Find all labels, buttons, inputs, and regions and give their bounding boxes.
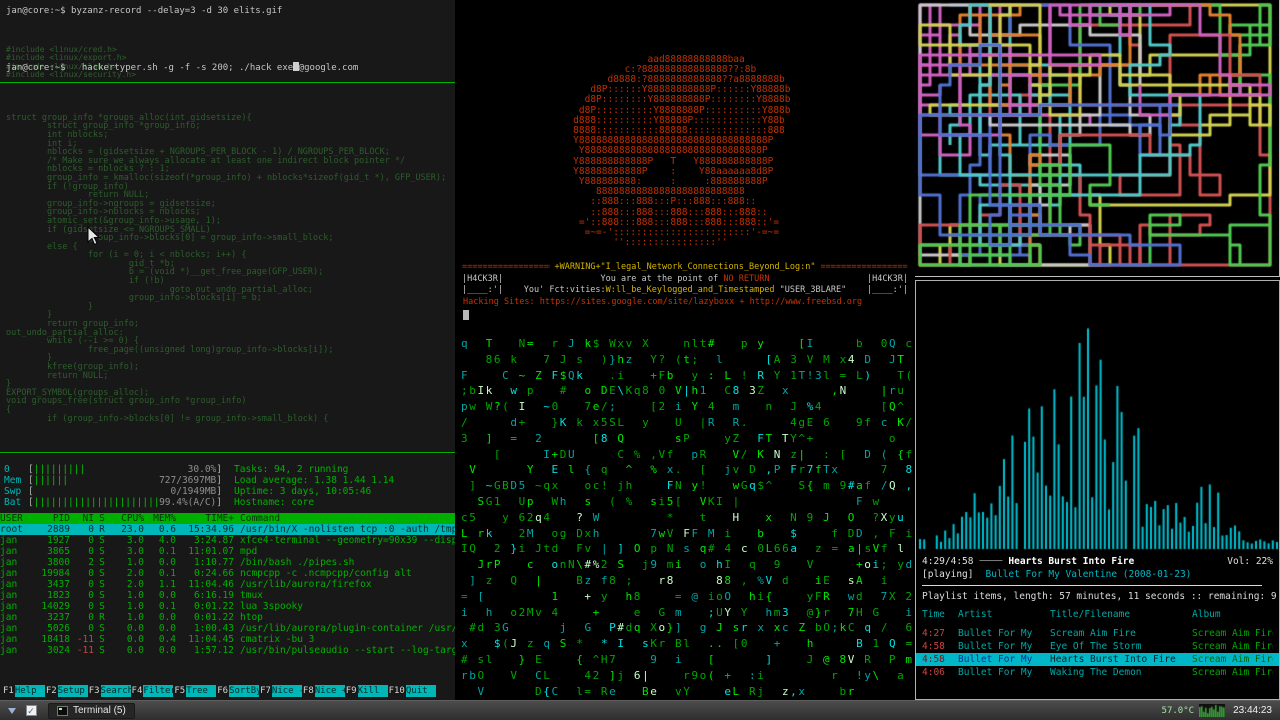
process-table: root28890R23.00.615:34.96/usr/bin/X -nol… (0, 524, 455, 656)
function-key-button[interactable]: F7Nice - (259, 685, 302, 697)
function-key-button[interactable]: F2Setup (45, 685, 88, 697)
terminal-cursor (463, 310, 469, 320)
terminal-window[interactable]: jan@core:~$ byzanz-record --delay=3 -d 3… (0, 0, 455, 453)
pipes-window[interactable] (915, 0, 1280, 277)
htop-meter-row: 0 [|||||||||30.0%] Tasks: 94, 2 running (4, 464, 451, 475)
function-key-button[interactable]: F3Search (88, 685, 131, 697)
hackertyper-code-pane: struct group_info *groups_alloc(int gids… (6, 88, 446, 423)
audio-visualizer (916, 281, 1279, 553)
separator-dashes: ──── (979, 555, 1002, 568)
cpu-graph-icon (1199, 704, 1225, 717)
htop-meter-row: Swp[0/1949MB] Uptime: 3 days, 10:05:46 (4, 486, 451, 497)
code-line: } (6, 303, 446, 312)
hacking-sites-link[interactable]: Hacking Sites: https://sites.google.com/… (458, 297, 912, 309)
ascii-skull: aad88888888888baa c:?888888888888888??:8… (556, 24, 791, 248)
htop-meter-row: Mem[||||||727/3697MB] Load average: 1.38… (4, 475, 451, 486)
code-line: return NULL; (6, 372, 446, 381)
function-key-button[interactable]: F4Filter (131, 685, 174, 697)
terminal-icon (57, 706, 68, 716)
playlist-row[interactable]: 4:27Bullet For MyScream Aim FireScream A… (916, 627, 1279, 640)
hacker-art-window[interactable]: .=========.||H4CK3R|#|||_____|!|||______… (458, 0, 912, 332)
process-row[interactable]: jan19270S3.04.03:24.87xfce4-terminal --g… (0, 535, 455, 546)
playlist-row[interactable]: 4:58Bullet For MyHearts Burst Into FireS… (916, 653, 1279, 666)
htop-window[interactable]: 0 [|||||||||30.0%] Tasks: 94, 2 running … (0, 454, 455, 700)
function-key-button[interactable]: F5Tree (173, 685, 216, 697)
warning-block: ==========================+WARNING+"I_le… (458, 262, 912, 320)
process-row[interactable]: jan34370S2.01.111:04.46/usr/lib/aurora/f… (0, 579, 455, 590)
warning-title: +WARNING+"I_legal_Network_Connections_Be… (555, 262, 816, 274)
artist-info: Bullet For My Valentine (2008-01-23) (985, 568, 1191, 581)
music-player-window[interactable]: 4:29/4:58 ──── Hearts Burst Into Fire Vo… (915, 280, 1280, 700)
function-key-button[interactable]: F9Kill (345, 685, 388, 697)
htop-meter-row: Bat[|||||||||||||||||||||||99.4%(A/C)] H… (4, 497, 451, 508)
hacker-box-mid-right: HuM3-$u33l (I|l(____lu(|L_u_u_u_|\;~;~;~… (836, 148, 896, 248)
now-playing-line: 4:29/4:58 ──── Hearts Burst Into Fire Vo… (916, 553, 1279, 568)
volume-indicator[interactable]: Vol: 22% (1227, 555, 1273, 568)
shell-prompt-line-2: jan@core:~$ hackertyper.sh -g -f -s 200;… (6, 62, 358, 73)
process-row[interactable]: jan50260S0.00.01:00.43/usr/lib/aurora/pl… (0, 623, 455, 634)
shell-prompt-line: jan@core:~$ byzanz-record --delay=3 -d 3… (6, 6, 282, 17)
function-key-button[interactable]: F1Help (2, 685, 45, 697)
process-row[interactable]: root28890R23.00.615:34.96/usr/bin/X -nol… (0, 524, 455, 535)
playlist-row[interactable]: 4:06Bullet For MyWaking The DemonScream … (916, 666, 1279, 679)
process-row[interactable]: jan140290S1.00.10:01.22lua 3spooky (0, 601, 455, 612)
pipes-art (915, 0, 1278, 275)
playlist-row[interactable]: 4:58Bullet For MyEye Of The StormScream … (916, 640, 1279, 653)
htop-meters: 0 [|||||||||30.0%] Tasks: 94, 2 running … (0, 454, 455, 508)
playlist-info: Playlist items, length: 57 minutes, 11 s… (916, 590, 1279, 603)
seek-bar[interactable] (922, 585, 1262, 586)
window-menu-icon[interactable] (4, 703, 20, 719)
process-row[interactable]: jan18418-11S0.00.411:04.45cmatrix -bu 3 (0, 634, 455, 645)
checkbox-tray-icon[interactable]: ✓ (23, 703, 39, 719)
process-row[interactable]: jan32370R1.00.00:01.22htop (0, 612, 455, 623)
matrix-window[interactable]: q T N= r J k$ Wxv X nlt# p y [I b 0Q c 8… (458, 335, 912, 700)
function-key-button[interactable]: F8Nice + (302, 685, 345, 697)
process-row[interactable]: jan38002S1.00.01:10.77/bin/bash ./pipes.… (0, 557, 455, 568)
hacker-box-mid-left: R00T-KIT'S ____ =|| \ _|| \\ /::::: )===… (466, 148, 531, 258)
process-row[interactable]: jan18230S1.00.06:16.19tmux (0, 590, 455, 601)
player-state-line: [playing] Bullet For My Valentine (2008-… (916, 568, 1279, 581)
playlist: 4:27Bullet For MyScream Aim FireScream A… (916, 627, 1279, 679)
process-row[interactable]: jan199840S2.00.10:24.66ncmpcpp -c .ncmpc… (0, 568, 455, 579)
player-state: [playing] (922, 568, 973, 581)
function-key-button[interactable]: F10Quit (388, 685, 436, 697)
clock[interactable]: 23:44:23 (1233, 705, 1272, 716)
tmux-pane-divider (0, 82, 455, 83)
code-line: void groups_free(struct group_info *grou… (6, 397, 446, 406)
taskbar-window-label: Terminal (5) (73, 705, 126, 716)
taskbar: ✓ Terminal (5) 57.0°C 23:44:23 (0, 700, 1280, 720)
process-table-header[interactable]: USERPIDNISCPU%MEM%TIME+Command (0, 513, 455, 524)
code-line: free_page((unsigned long)group_info->blo… (6, 346, 446, 355)
mouse-cursor (86, 226, 102, 246)
function-key-button[interactable]: F6SortBy (216, 685, 259, 697)
code-line: if (group_info->blocks[0] != group_info-… (6, 415, 446, 424)
matrix-rain: q T N= r J k$ Wxv X nlt# p y [I b 0Q c 8… (458, 335, 912, 699)
htop-function-bar: F1Help F2Setup F3Search F4Filter F5Tree … (2, 685, 455, 697)
track-title: Hearts Burst Into Fire (1008, 555, 1134, 568)
playlist-header: TimeArtistTitle/FilenameAlbum (916, 608, 1279, 621)
taskbar-window-button[interactable]: Terminal (5) (48, 703, 135, 719)
process-row[interactable]: jan38650S3.00.111:01.07mpd (0, 546, 455, 557)
hacker-box-top-left: .=========.||H4CK3R|#|||_____|!|||______… (466, 24, 526, 114)
track-time: 4:29/4:58 (922, 555, 973, 568)
process-row[interactable]: jan3024-11S0.00.01:57.12/usr/bin/pulseau… (0, 645, 455, 656)
hacker-box-top-right: .============.| Exploit-the || ( V:RU5 /… (814, 24, 895, 114)
cpu-temperature: 57.0°C (1162, 706, 1195, 716)
